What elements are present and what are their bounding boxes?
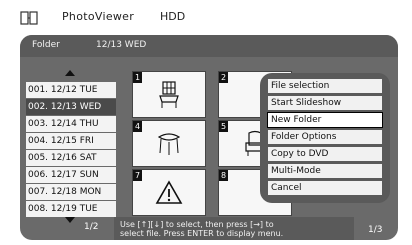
warning-icon: [155, 180, 183, 204]
menu-item-cancel[interactable]: Cancel: [268, 181, 382, 195]
header: PhotoViewer HDD: [0, 0, 412, 35]
table-icon: [157, 133, 181, 155]
menu-item-new-folder[interactable]: New Folder: [267, 112, 383, 128]
folder-item[interactable]: 004. 12/15 FRI: [26, 133, 116, 149]
thumbnail-number: 2: [219, 72, 228, 83]
folder-item[interactable]: 008. 12/19 TUE: [26, 201, 116, 217]
help-line-1: Use [↑][↓] to select, then press [→] to: [120, 220, 274, 229]
menu-item-folder-options[interactable]: Folder Options: [268, 130, 382, 144]
current-folder: 12/13 WED: [96, 40, 147, 50]
context-menu: File selection Start Slideshow New Folde…: [260, 73, 390, 203]
chair-icon: [159, 81, 179, 108]
folder-subheader: Folder 12/13 WED: [20, 35, 398, 57]
folder-page-indicator: 1/2: [84, 222, 99, 232]
thumbnail-7[interactable]: 7: [132, 169, 206, 216]
thumbnail-number: 7: [133, 170, 142, 181]
help-bar: Use [↑][↓] to select, then press [→] to …: [114, 217, 354, 240]
folder-item[interactable]: 005. 12/16 SAT: [26, 150, 116, 166]
help-text: Use [↑][↓] to select, then press [→] to …: [120, 220, 350, 238]
folder-label: Folder: [32, 40, 60, 50]
menu-item-multi-mode[interactable]: Multi-Mode: [268, 164, 382, 178]
menu-item-copy-to-dvd[interactable]: Copy to DVD: [268, 147, 382, 161]
menu-item-start-slideshow[interactable]: Start Slideshow: [268, 96, 382, 110]
thumbnail-1[interactable]: 1: [132, 71, 206, 118]
source-label: HDD: [160, 10, 186, 23]
arrow-up-icon[interactable]: [65, 70, 75, 76]
thumbnail-number: 1: [133, 72, 142, 83]
app-title: PhotoViewer: [62, 10, 135, 23]
thumbnail-page-indicator: 1/3: [368, 225, 383, 235]
thumbnail-number: 4: [133, 121, 142, 132]
thumbnail-number: 5: [219, 121, 228, 132]
folder-item[interactable]: 003. 12/14 THU: [26, 116, 116, 132]
photo-viewer-panel: Folder 12/13 WED 001. 12/12 TUE 002. 12/…: [20, 35, 398, 240]
photo-icon: [20, 10, 38, 26]
folder-item[interactable]: 007. 12/18 MON: [26, 184, 116, 200]
folder-item[interactable]: 001. 12/12 TUE: [26, 82, 116, 98]
folder-item[interactable]: 002. 12/13 WED: [26, 99, 116, 115]
arrow-down-icon[interactable]: [65, 217, 75, 223]
folder-item[interactable]: 006. 12/17 SUN: [26, 167, 116, 183]
folder-list: 001. 12/12 TUE 002. 12/13 WED 003. 12/14…: [26, 82, 116, 218]
thumbnail-4[interactable]: 4: [132, 120, 206, 167]
menu-item-file-selection[interactable]: File selection: [268, 79, 382, 93]
help-line-2: select file. Press ENTER to display menu…: [120, 229, 284, 238]
thumbnail-number: 8: [219, 170, 228, 181]
